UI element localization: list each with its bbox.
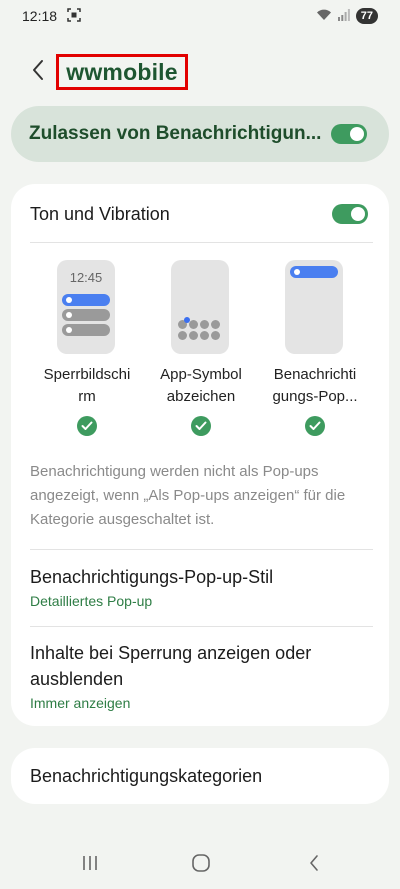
lockscreen-content-item[interactable]: Inhalte bei Sperrung anzeigen oder ausbl… (30, 640, 370, 713)
style-popups[interactable]: Benachrichti gungs-Pop... (258, 260, 372, 440)
wifi-icon (316, 8, 332, 24)
page-title: wwmobile (56, 54, 188, 90)
check-icon (191, 416, 211, 436)
sound-vibration-row[interactable]: Ton und Vibration (30, 202, 368, 226)
home-icon (191, 853, 211, 878)
popup-preview-icon (285, 260, 343, 354)
check-icon (305, 416, 325, 436)
notification-categories-title: Benachrichtigungskategorien (30, 765, 263, 786)
sound-vibration-label: Ton und Vibration (30, 203, 170, 224)
app-badge-preview-icon (171, 260, 229, 354)
style-popups-label: Benachrichti gungs-Pop... (272, 366, 358, 405)
back-nav-button[interactable] (302, 854, 326, 876)
style-app-icon-badges[interactable]: App-Symbol abzeichen (144, 260, 258, 440)
divider (30, 242, 373, 243)
allow-notifications-switch[interactable] (331, 124, 367, 144)
style-app-icon-badges-label: App-Symbol abzeichen (160, 366, 242, 405)
popup-style-title: Benachrichtigungs-Pop-up-Stil (30, 567, 274, 587)
popup-note: Benachrichtigung werden nicht als Pop-up… (30, 463, 346, 528)
status-time: 12:18 (22, 8, 58, 24)
popup-style-item[interactable]: Benachrichtigungs-Pop-up-Stil Detaillier… (30, 564, 370, 611)
screenshot-icon (67, 7, 81, 25)
style-lockscreen-label: Sperrbildschi rm (43, 366, 131, 405)
home-button[interactable] (189, 853, 213, 878)
system-nav-bar (0, 840, 400, 889)
notification-settings-card: Ton und Vibration 12:45 Sperrbildschi rm (11, 184, 389, 726)
recents-button[interactable] (78, 854, 102, 876)
allow-notifications-label: Zulassen von Benachrichtigun... (29, 123, 322, 144)
check-icon (77, 416, 97, 436)
back-button[interactable] (26, 58, 50, 86)
divider (30, 626, 373, 627)
battery-indicator: 77 (355, 8, 378, 24)
style-lockscreen[interactable]: 12:45 Sperrbildschi rm (30, 260, 144, 440)
chevron-left-icon (308, 854, 320, 877)
divider (30, 549, 373, 550)
notification-styles: 12:45 Sperrbildschi rm App-Symbol abzeic… (30, 260, 373, 440)
notification-categories-item[interactable]: Benachrichtigungskategorien (11, 748, 389, 804)
preview-time: 12:45 (69, 270, 103, 285)
popup-style-value: Detailliertes Pop-up (30, 593, 153, 609)
lockscreen-content-value: Immer anzeigen (30, 695, 131, 711)
signal-icon (337, 8, 350, 24)
allow-notifications-toggle-row[interactable]: Zulassen von Benachrichtigun... (11, 106, 389, 162)
chevron-left-icon (32, 59, 44, 86)
lockscreen-preview-icon: 12:45 (57, 260, 115, 354)
lockscreen-content-title: Inhalte bei Sperrung anzeigen oder ausbl… (30, 643, 312, 689)
recents-icon (81, 854, 99, 877)
sound-vibration-switch[interactable] (332, 204, 368, 224)
app-header: wwmobile (0, 52, 400, 92)
status-bar: 12:18 77 (0, 0, 400, 32)
